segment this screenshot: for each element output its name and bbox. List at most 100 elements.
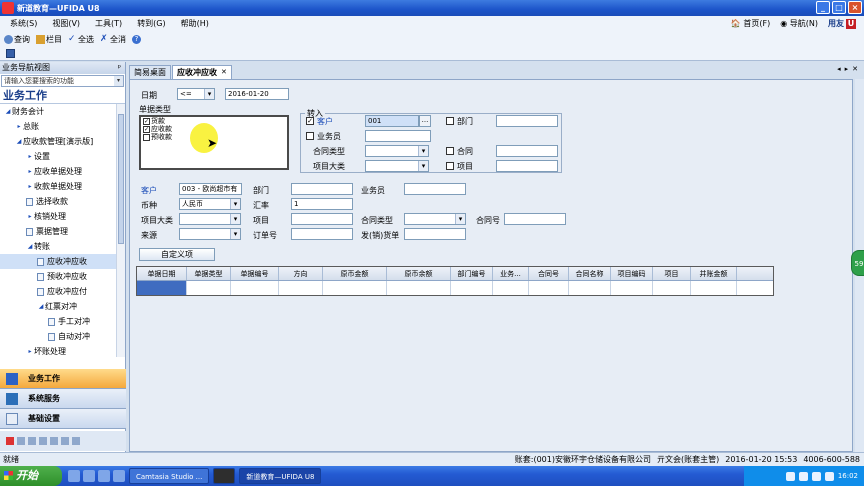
tool-icon[interactable] bbox=[28, 437, 36, 445]
grid-cell[interactable] bbox=[569, 281, 611, 295]
grid-cell[interactable] bbox=[493, 281, 529, 295]
quick-launch-icon[interactable] bbox=[68, 470, 80, 482]
close-button[interactable]: × bbox=[848, 1, 862, 14]
checkbox[interactable] bbox=[143, 133, 150, 141]
tray-icon[interactable] bbox=[824, 471, 834, 481]
nav-tree-item[interactable]: ▸ 收款单据处理 bbox=[0, 179, 125, 194]
nav-tree-item[interactable]: 预收冲应收 bbox=[0, 269, 125, 284]
nav-tree-item[interactable]: 自动对冲 bbox=[0, 329, 125, 344]
scroll-thumb[interactable] bbox=[118, 114, 124, 244]
start-button[interactable]: 开始 bbox=[0, 466, 62, 486]
nav-tree-item[interactable]: ◢ 财务会计 bbox=[0, 104, 125, 119]
date-operator-select[interactable]: <= bbox=[177, 88, 215, 100]
nav-tree-item[interactable]: ▸ 设置 bbox=[0, 149, 125, 164]
grid-cell[interactable] bbox=[451, 281, 493, 295]
menu-goto[interactable]: 转到(G) bbox=[127, 18, 170, 29]
float-badge[interactable]: 59 bbox=[851, 250, 864, 276]
collapsed-icon[interactable]: ▸ bbox=[26, 179, 34, 194]
tool-icon[interactable] bbox=[61, 437, 69, 445]
nav-business-work[interactable]: 业务工作 bbox=[0, 369, 126, 389]
rate-input[interactable]: 1 bbox=[291, 198, 353, 210]
chevron-right-icon[interactable]: ▸ bbox=[845, 65, 849, 73]
collapsed-icon[interactable]: ▸ bbox=[26, 149, 34, 164]
grid-column-header[interactable]: 单据类型 bbox=[187, 267, 231, 280]
contract-no-input[interactable] bbox=[504, 213, 566, 225]
checkbox[interactable]: ✓ bbox=[143, 117, 150, 125]
minimize-button[interactable]: _ bbox=[816, 1, 830, 14]
in-staff-checkbox[interactable] bbox=[306, 132, 314, 140]
home-link[interactable]: 🏠 首页(F) bbox=[731, 18, 770, 29]
bill-type-item[interactable]: ✓ 货款 bbox=[141, 117, 287, 125]
invoice-input[interactable] bbox=[404, 228, 466, 240]
nav-link[interactable]: ◉ 导航(N) bbox=[780, 18, 818, 29]
tool-icon[interactable] bbox=[39, 437, 47, 445]
grid-cell[interactable] bbox=[611, 281, 653, 295]
grid-column-header[interactable]: 方向 bbox=[279, 267, 323, 280]
grid-column-header[interactable]: 项目 bbox=[653, 267, 691, 280]
select-all-button[interactable]: ✓ 全选 bbox=[68, 34, 94, 45]
grid-column-header[interactable]: 部门编号 bbox=[451, 267, 493, 280]
in-staff-input[interactable] bbox=[365, 130, 431, 142]
expanded-icon[interactable]: ◢ bbox=[15, 134, 23, 149]
menu-system[interactable]: 系统(S) bbox=[0, 18, 42, 29]
checkbox[interactable]: ✓ bbox=[143, 125, 150, 133]
chevron-left-icon[interactable]: ◂ bbox=[837, 65, 841, 73]
menu-view[interactable]: 视图(V) bbox=[42, 18, 85, 29]
nav-tree-item[interactable]: ◢ 转账 bbox=[0, 239, 125, 254]
nav-tree-item[interactable]: 应收冲应付 bbox=[0, 284, 125, 299]
stop-icon[interactable] bbox=[6, 437, 14, 445]
grid-cell[interactable] bbox=[529, 281, 569, 295]
grid-cell[interactable] bbox=[187, 281, 231, 295]
grid-cell[interactable] bbox=[653, 281, 691, 295]
pin-icon[interactable]: ᵖ bbox=[118, 62, 121, 74]
grid-cell[interactable] bbox=[231, 281, 279, 295]
nav-tree-item[interactable]: 选择收款 bbox=[0, 194, 125, 209]
grid-column-header[interactable]: 合同号 bbox=[529, 267, 569, 280]
order-no-input[interactable] bbox=[291, 228, 353, 240]
expanded-icon[interactable]: ◢ bbox=[37, 299, 45, 314]
maximize-button[interactable]: □ bbox=[832, 1, 846, 14]
dept-input[interactable] bbox=[291, 183, 353, 195]
quick-launch-icon[interactable] bbox=[113, 470, 125, 482]
in-contract-checkbox[interactable] bbox=[446, 147, 454, 155]
chevron-down-icon[interactable]: ▾ bbox=[114, 76, 123, 86]
grid-cell[interactable] bbox=[387, 281, 451, 295]
collapsed-icon[interactable]: ▸ bbox=[26, 344, 34, 357]
nav-system-service[interactable]: 系统服务 bbox=[0, 389, 126, 409]
close-tab-icon[interactable]: ✕ bbox=[221, 66, 227, 79]
nav-tree-item[interactable]: ◢ 应收款管理[演示版] bbox=[0, 134, 125, 149]
grid-column-header[interactable]: 业务... bbox=[493, 267, 529, 280]
grid-cell[interactable] bbox=[691, 281, 737, 295]
source-select[interactable] bbox=[179, 228, 241, 240]
quick-launch-icon[interactable] bbox=[83, 470, 95, 482]
tool-icon[interactable] bbox=[50, 437, 58, 445]
grid-cell[interactable] bbox=[323, 281, 387, 295]
grid-column-header[interactable]: 并账金额 bbox=[691, 267, 737, 280]
tray-icon[interactable] bbox=[785, 471, 795, 481]
in-contract-type-select[interactable] bbox=[365, 145, 429, 157]
tab-offset-receivable[interactable]: 应收冲应收 ✕ bbox=[172, 65, 232, 79]
close-icon[interactable]: ✕ bbox=[852, 65, 858, 73]
contract-type-select[interactable] bbox=[404, 213, 466, 225]
collapsed-icon[interactable]: ▸ bbox=[26, 209, 34, 224]
task-camtasia[interactable]: Camtasia Studio ... bbox=[129, 468, 210, 484]
customer-input[interactable]: 003 - 欧尚超市有 bbox=[179, 183, 242, 195]
nav-tree-item[interactable]: ▸ 总账 bbox=[0, 119, 125, 134]
function-search-input[interactable]: 请输入您要搜索的功能 ▾ bbox=[1, 75, 124, 87]
help-button[interactable]: ? bbox=[132, 34, 141, 44]
in-project-input[interactable] bbox=[496, 160, 558, 172]
grid-column-header[interactable]: 单据编号 bbox=[231, 267, 279, 280]
deselect-all-button[interactable]: ✗ 全消 bbox=[100, 34, 126, 45]
nav-basic-settings[interactable]: 基础设置 bbox=[0, 409, 126, 429]
expanded-icon[interactable]: ◢ bbox=[4, 104, 12, 119]
in-dept-input[interactable] bbox=[496, 115, 558, 127]
grid-cell[interactable] bbox=[279, 281, 323, 295]
grid-column-header[interactable]: 原币金额 bbox=[323, 267, 387, 280]
expanded-icon[interactable]: ◢ bbox=[26, 239, 34, 254]
nav-scrollbar[interactable] bbox=[116, 104, 125, 357]
nav-tree-item[interactable]: 手工对冲 bbox=[0, 314, 125, 329]
tray-icon[interactable] bbox=[811, 471, 821, 481]
collapsed-icon[interactable]: ▸ bbox=[26, 164, 34, 179]
in-project-checkbox[interactable] bbox=[446, 162, 454, 170]
in-customer-checkbox[interactable]: ✓ bbox=[306, 117, 314, 125]
